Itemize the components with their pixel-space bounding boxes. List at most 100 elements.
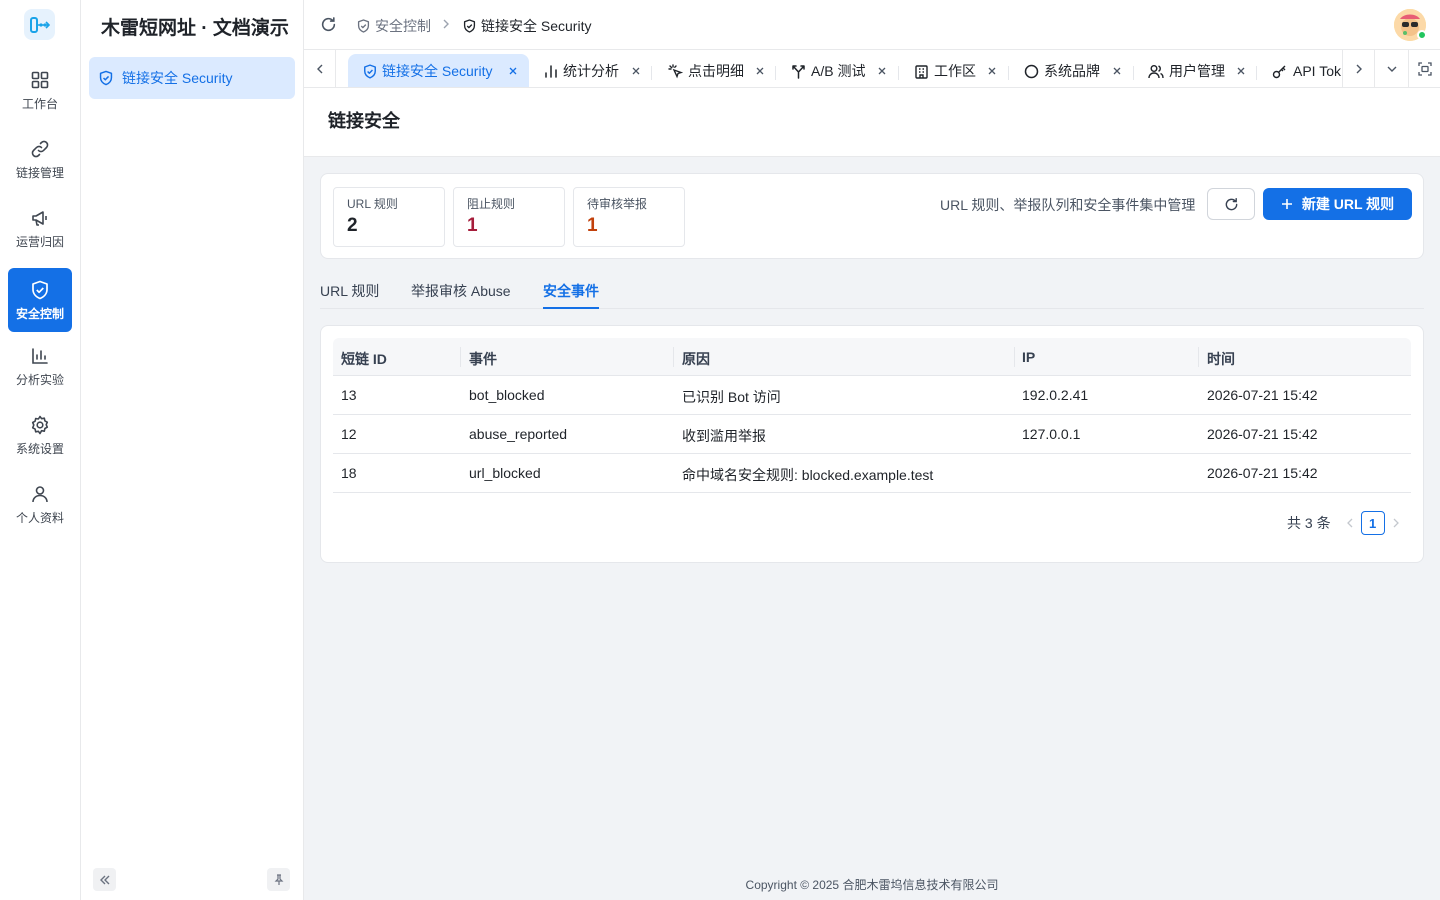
page-header: 链接安全 [304, 88, 1440, 157]
close-icon[interactable] [1111, 65, 1123, 77]
close-icon[interactable] [1235, 65, 1247, 77]
rail-item-label: 系统设置 [15, 442, 64, 456]
column-header: IP [1022, 349, 1036, 365]
refresh-page-button[interactable] [320, 16, 337, 33]
chevron-down-icon [1387, 66, 1396, 72]
table-row: 12 abuse_reported 收到滥用举报 127.0.0.1 2026-… [333, 415, 1411, 454]
bar-chart-icon [544, 64, 558, 78]
rail-item-workbench[interactable]: 工作台 [8, 58, 72, 122]
rail-item-profile[interactable]: 个人资料 [8, 472, 72, 536]
brand-title: 木雷短网址 · 文档演示 [101, 18, 289, 39]
rail-item-security-control[interactable]: 安全控制 [8, 268, 72, 332]
rail-item-label: 分析实验 [15, 373, 64, 387]
security-events-card: 短链 ID 事件 原因 IP 时间 13 bot_blocked 已识别 Bot… [320, 325, 1424, 563]
cell-ip: 127.0.0.1 [1022, 426, 1081, 442]
chevron-left-icon [316, 64, 322, 74]
stat-url-rules: URL 规则 2 [333, 187, 445, 247]
cell-time: 2026-07-21 15:42 [1207, 465, 1318, 481]
table-header: 短链 ID 事件 原因 IP 时间 [333, 338, 1411, 376]
tab-label: 点击明细 [688, 63, 744, 79]
rail-item-operations-attribution[interactable]: 运营归因 [8, 196, 72, 260]
open-tabs-bar: 链接安全 Security 统计分析 点击明细 A/B 测试 工作区 系统品牌 … [304, 50, 1440, 88]
dashboard-icon [29, 69, 51, 91]
chevron-right-icon [441, 18, 451, 30]
refresh-icon [321, 17, 336, 32]
column-divider [460, 347, 461, 367]
column-divider [1198, 347, 1199, 367]
close-icon[interactable] [754, 65, 766, 77]
summary-card: URL 规则 2 阻止规则 1 待审核举报 1 URL 规则、举报队列和安全事件… [320, 173, 1424, 259]
logo-icon [29, 16, 50, 33]
cell-event: bot_blocked [469, 387, 545, 403]
tab-ab-test[interactable]: A/B 测试 [791, 54, 866, 87]
link-icon [29, 138, 51, 160]
stat-value: 2 [347, 215, 358, 236]
rail-item-label: 工作台 [21, 97, 58, 111]
tab-workspace[interactable]: 工作区 [914, 54, 976, 87]
column-header: 原因 [682, 351, 710, 367]
stat-title: 待审核举报 [587, 197, 648, 211]
tab-divider [898, 66, 899, 80]
next-page-button[interactable] [1391, 517, 1401, 529]
stat-value: 1 [587, 215, 598, 236]
app-logo[interactable] [24, 9, 55, 40]
breadcrumb-item-security-control[interactable]: 安全控制 [357, 16, 431, 36]
tab-system-brand[interactable]: 系统品牌 [1024, 54, 1100, 87]
close-icon[interactable] [630, 65, 642, 77]
shield-check-icon [463, 19, 476, 33]
rail-item-analysis-experiments[interactable]: 分析实验 [8, 334, 72, 398]
security-events-table: 短链 ID 事件 原因 IP 时间 13 bot_blocked 已识别 Bot… [333, 338, 1411, 493]
close-icon[interactable] [986, 65, 998, 77]
close-icon[interactable] [507, 65, 519, 77]
refresh-icon [1225, 197, 1237, 210]
tab-label: 系统品牌 [1044, 63, 1100, 79]
column-divider [673, 347, 674, 367]
page-number-button[interactable]: 1 [1360, 511, 1385, 535]
tab-divider [775, 66, 776, 80]
tab-api-token[interactable]: API Tok [1272, 54, 1341, 87]
table-row: 18 url_blocked 命中域名安全规则: blocked.example… [333, 454, 1411, 493]
stat-pending-reports: 待审核举报 1 [573, 187, 685, 247]
building-icon [914, 64, 929, 79]
new-url-rule-button[interactable]: 新建 URL 规则 [1263, 188, 1412, 220]
fullscreen-button[interactable] [1408, 50, 1440, 87]
tab-user-management[interactable]: 用户管理 [1148, 54, 1225, 87]
refresh-button[interactable] [1207, 188, 1255, 220]
tab-label: A/B 测试 [811, 63, 866, 79]
rail-item-label: 个人资料 [15, 511, 64, 525]
rail-item-system-settings[interactable]: 系统设置 [8, 403, 72, 467]
sidebar-item-label: 链接安全 Security [122, 70, 233, 86]
split-icon [791, 64, 806, 79]
stat-block-rules: 阻止规则 1 [453, 187, 565, 247]
secondary-sidebar: 木雷短网址 · 文档演示 链接安全 Security [81, 0, 304, 900]
rail-item-link-management[interactable]: 链接管理 [8, 127, 72, 191]
tabs-menu-button[interactable] [1374, 50, 1408, 87]
sidebar-item-link-security[interactable]: 链接安全 Security [89, 57, 295, 99]
tab-abuse-review[interactable]: 举报审核 Abuse [411, 281, 511, 309]
gear-icon [29, 414, 51, 436]
prev-page-button[interactable] [1345, 517, 1355, 529]
tab-link-security[interactable]: 链接安全 Security [348, 54, 529, 87]
tab-statistics[interactable]: 统计分析 [544, 54, 619, 87]
close-icon[interactable] [876, 65, 888, 77]
cell-link-id: 13 [341, 387, 357, 403]
tabs-scroll-right-button[interactable] [1342, 50, 1374, 87]
breadcrumb-label: 安全控制 [375, 18, 431, 34]
tabs-viewport: 链接安全 Security 统计分析 点击明细 A/B 测试 工作区 系统品牌 … [348, 54, 1342, 87]
tab-divider [1133, 66, 1134, 80]
stat-title: URL 规则 [347, 197, 398, 211]
pagination-total: 共 3 条 [1287, 515, 1331, 531]
tabs-scroll-left-button[interactable] [304, 50, 336, 87]
breadcrumb-label: 链接安全 Security [481, 18, 592, 34]
tab-label: 统计分析 [563, 63, 619, 79]
tab-url-rules[interactable]: URL 规则 [320, 281, 379, 309]
collapse-sidebar-button[interactable] [93, 868, 116, 891]
cell-time: 2026-07-21 15:42 [1207, 387, 1318, 403]
cell-reason: 命中域名安全规则: blocked.example.test [682, 467, 934, 483]
pin-sidebar-button[interactable] [267, 868, 290, 891]
shield-check-icon [29, 279, 51, 301]
tab-click-details[interactable]: 点击明细 [668, 54, 744, 87]
tab-divider [1256, 66, 1257, 80]
tab-security-events[interactable]: 安全事件 [543, 281, 599, 309]
cell-reason: 收到滥用举报 [682, 428, 766, 444]
